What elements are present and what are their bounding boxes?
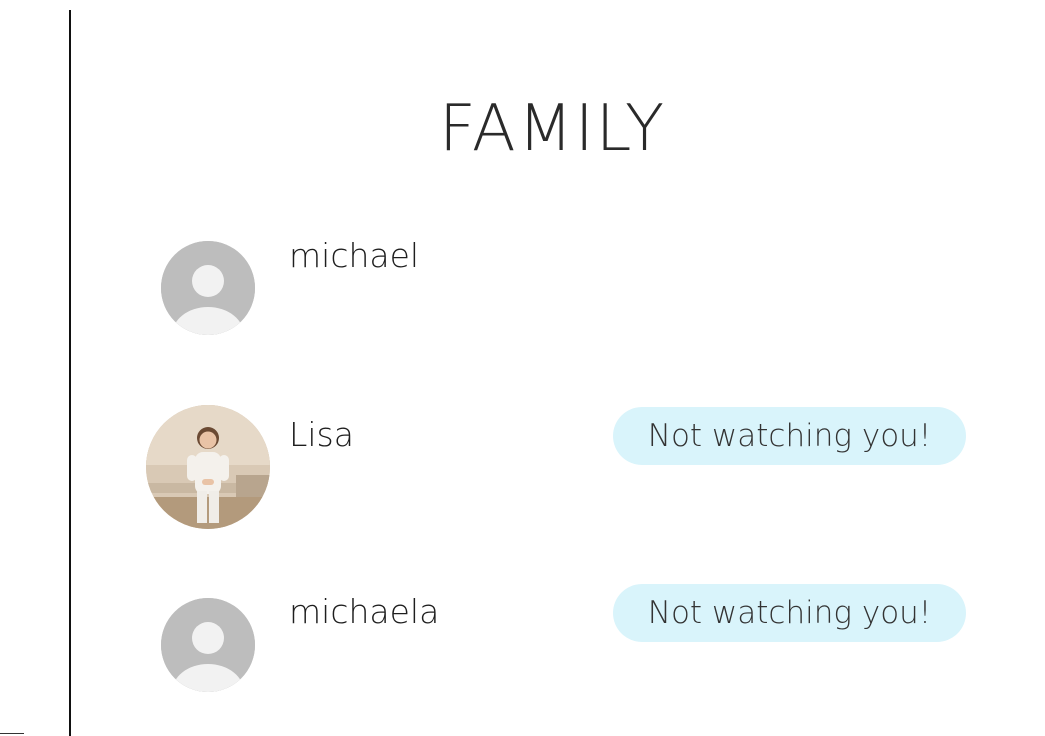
corner-divider xyxy=(0,733,24,734)
status-badge: Not watching you! xyxy=(613,584,966,642)
member-name[interactable]: Lisa xyxy=(289,415,354,454)
status-badge: Not watching you! xyxy=(613,407,966,465)
profile-photo-avatar[interactable] xyxy=(146,405,270,529)
default-avatar-icon[interactable] xyxy=(161,598,255,692)
family-member-row: michaela Not watching you! xyxy=(0,582,1045,712)
page-title: FAMILY xyxy=(438,92,667,166)
member-name[interactable]: michaela xyxy=(289,592,439,631)
family-member-row: Lisa Not watching you! xyxy=(0,405,1045,535)
member-name[interactable]: michael xyxy=(289,236,419,275)
family-page: FAMILY michael Lisa Not watching you! mi… xyxy=(0,0,1045,736)
family-member-row: michael xyxy=(0,236,1045,366)
default-avatar-icon[interactable] xyxy=(161,241,255,335)
